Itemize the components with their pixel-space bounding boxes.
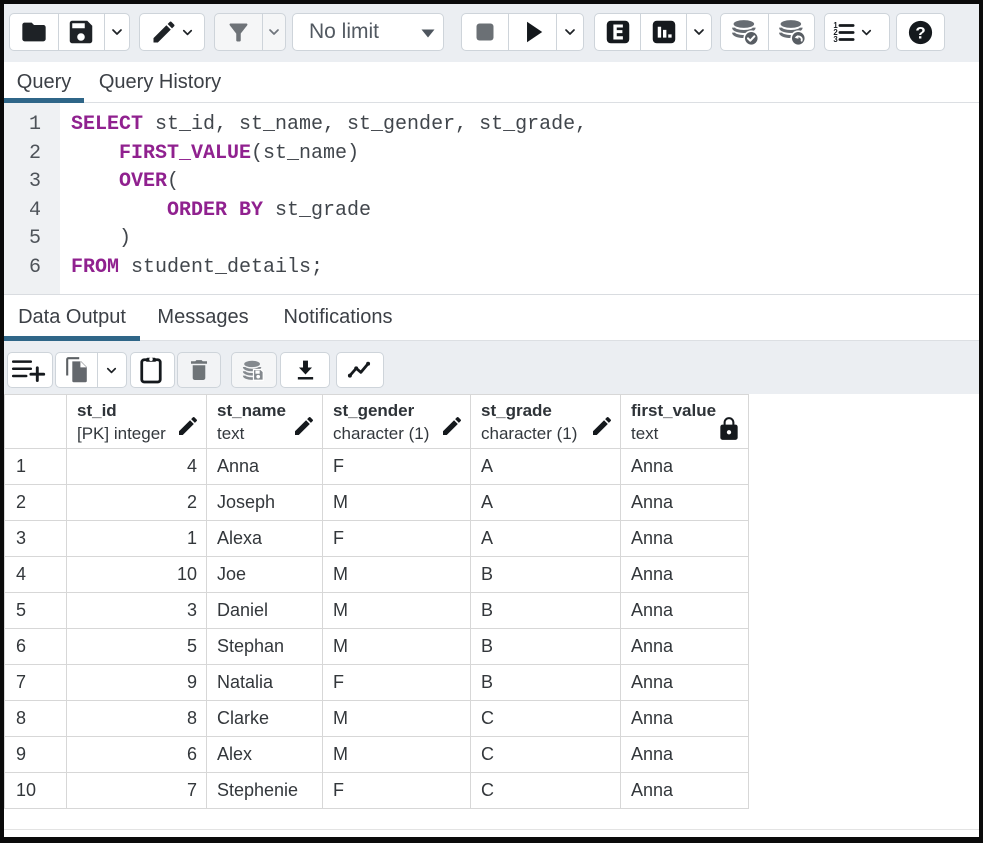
svg-text:3: 3 bbox=[833, 35, 838, 44]
svg-text:?: ? bbox=[915, 23, 925, 42]
